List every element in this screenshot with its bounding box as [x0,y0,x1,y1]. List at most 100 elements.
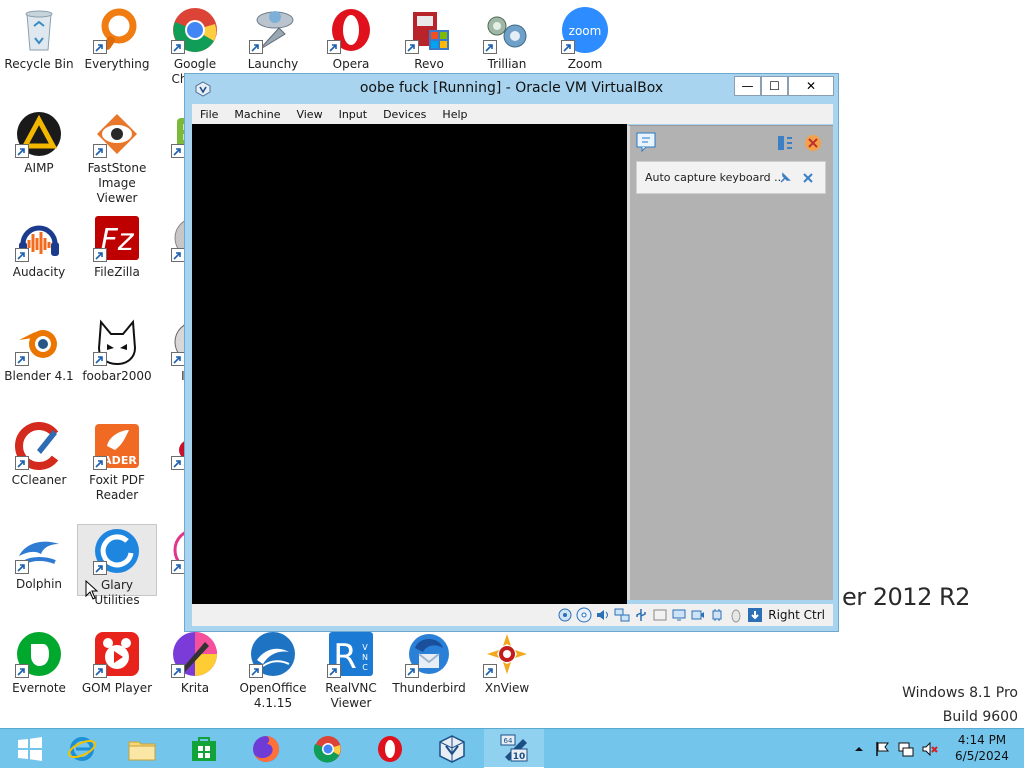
desktop-icon-everything[interactable]: Everything [78,0,156,100]
firefox-icon [253,736,279,762]
taskbar-chrome[interactable] [298,729,358,768]
desktop-icon-label: Foxit PDF Reader [89,473,145,502]
chrome-icon [313,736,341,763]
pin-icon[interactable] [778,171,792,185]
hard-disk-icon[interactable] [557,607,573,623]
gom-player-icon [93,630,141,678]
close-button[interactable]: ✕ [788,76,834,96]
desktop-icon-aimp[interactable]: AIMP [0,104,78,204]
shortcut-arrow-icon [561,40,575,54]
cpu-icon[interactable] [709,607,725,623]
shortcut-arrow-icon [405,664,419,678]
taskbar-windows-10-vm[interactable]: 64 10 [484,729,544,768]
realvnc-icon: RVNC [327,630,375,678]
desktop-icon-evernote[interactable]: Evernote [0,624,78,724]
desktop-icon-label: Recycle Bin [4,57,74,71]
optical-drive-icon[interactable] [576,607,592,623]
network-icon[interactable] [614,607,630,623]
svg-text:10: 10 [513,752,526,762]
audio-icon[interactable] [595,607,611,623]
windows-logo-icon [18,737,42,761]
shared-folder-icon[interactable] [652,607,668,623]
desktop-icon-label: XnView [484,681,530,695]
desktop-icon-blender[interactable]: Blender 4.1 [0,312,78,412]
desktop-icon-filezilla[interactable]: Fz FileZilla [78,208,156,308]
svg-text:ADER: ADER [103,454,137,467]
shortcut-arrow-icon [93,144,107,158]
desktop-icon-label: Launchy [247,57,299,71]
minimize-button[interactable]: — [734,76,761,96]
sort-notifications-icon[interactable] [776,134,794,152]
virtualbox-icon [439,735,465,763]
display-icon[interactable] [671,607,687,623]
store-icon [192,737,216,761]
usb-icon[interactable] [633,607,649,623]
shortcut-arrow-icon [15,664,29,678]
desktop-icon-dolphin[interactable]: Dolphin [0,520,78,620]
glary-utilities-icon [93,527,141,575]
revo-icon [405,6,453,54]
system-clock[interactable]: 4:14 PM 6/5/2024 [944,732,1020,764]
menu-help[interactable]: Help [434,108,475,121]
show-hidden-icons-icon[interactable] [850,740,868,758]
taskbar-file-explorer[interactable] [112,729,172,768]
desktop-icon-krita[interactable]: Krita [156,624,234,724]
network-icon[interactable] [897,740,915,758]
desktop-icon-foobar2000[interactable]: foobar2000 [78,312,156,412]
desktop-icon-openoffice[interactable]: OpenOffice 4.1.15 [234,624,312,724]
trillian-icon [483,6,531,54]
vm-windows-10-icon: 6410 [500,734,528,762]
audacity-icon [15,214,63,262]
keyboard-capture-icon[interactable] [747,607,763,623]
desktop-icon-label: FastStone Image Viewer [87,161,147,205]
taskbar-internet-explorer[interactable] [52,729,112,768]
mouse-integration-icon[interactable] [728,607,744,623]
shortcut-arrow-icon [405,40,419,54]
start-button[interactable] [0,729,60,768]
desktop-icon-foxit-reader[interactable]: ADER Foxit PDF Reader [78,416,156,516]
desktop-icon-realvnc[interactable]: RVNC RealVNC Viewer [312,624,390,724]
desktop-icon-ccleaner[interactable]: CCleaner [0,416,78,516]
shortcut-arrow-icon [171,664,185,678]
shortcut-arrow-icon [15,560,29,574]
desktop-icon-thunderbird[interactable]: Thunderbird [390,624,468,724]
shortcut-arrow-icon [249,664,263,678]
desktop-icon-audacity[interactable]: Audacity [0,208,78,308]
menu-view[interactable]: View [288,108,330,121]
krita-icon [171,630,219,678]
vm-display[interactable] [192,124,627,604]
desktop-icon-faststone[interactable]: FastStone Image Viewer [78,104,156,205]
virtualbox-vm-window[interactable]: oobe fuck [Running] - Oracle VM VirtualB… [184,73,839,632]
taskbar-store[interactable] [174,729,234,768]
os-build-watermark: Build 9600 [942,709,1018,725]
evernote-icon [15,630,63,678]
ccleaner-icon [15,422,63,470]
desktop-icon-label: CCleaner [11,473,67,487]
desktop-icon-label: Audacity [12,265,66,279]
video-capture-icon[interactable] [690,607,706,623]
desktop-icon-xnview[interactable]: XnView [468,624,546,724]
desktop-icon-recycle-bin[interactable]: Recycle Bin [0,0,78,100]
maximize-button[interactable]: ☐ [761,76,788,96]
taskbar-virtualbox[interactable] [422,729,482,768]
notification-center-icon[interactable] [636,132,656,153]
filezilla-icon: Fz [93,214,141,262]
menu-input[interactable]: Input [331,108,375,121]
window-titlebar[interactable]: oobe fuck [Running] - Oracle VM VirtualB… [185,74,838,103]
dismiss-icon[interactable] [801,171,815,185]
menu-file[interactable]: File [192,108,226,121]
shortcut-arrow-icon [93,561,107,575]
menu-machine[interactable]: Machine [226,108,288,121]
close-all-notifications-icon[interactable] [804,134,822,152]
menu-devices[interactable]: Devices [375,108,434,121]
taskbar-firefox[interactable] [236,729,296,768]
desktop-icon-gom-player[interactable]: GOM Player [78,624,156,724]
shortcut-arrow-icon [93,456,107,470]
folder-icon [128,741,156,761]
host-key-label: Right Ctrl [768,608,825,622]
volume-muted-icon[interactable] [921,740,939,758]
desktop-icon-label: Everything [84,57,150,71]
taskbar-opera[interactable] [360,729,420,768]
action-center-flag-icon[interactable] [873,740,891,758]
ie-icon [68,737,96,761]
